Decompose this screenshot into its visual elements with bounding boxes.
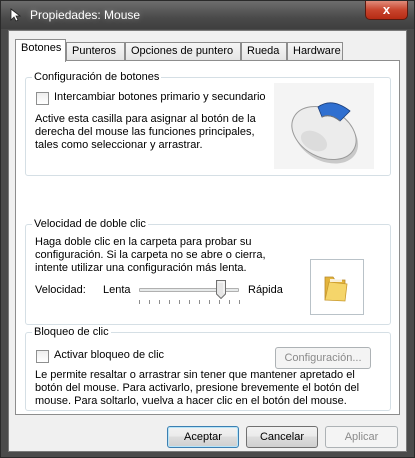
button-config-group: Configuración de botones Intercambiar bo… — [25, 71, 391, 176]
tab-opciones-de-puntero[interactable]: Opciones de puntero — [125, 42, 241, 61]
slider-tick — [199, 300, 200, 304]
swap-description-line: tales como seleccionar y arrastrar. — [35, 139, 203, 151]
tab-panel-botones: Configuración de botones Intercambiar bo… — [15, 60, 400, 415]
test-folder-area[interactable] — [310, 259, 364, 315]
click-lock-label[interactable]: Activar bloqueo de clic — [54, 349, 164, 361]
double-click-speed-slider-thumb[interactable] — [216, 280, 226, 299]
mouse-image — [274, 83, 374, 169]
tab-hardware[interactable]: Hardware — [287, 42, 343, 61]
swap-buttons-label[interactable]: Intercambiar botones primario y secundar… — [54, 91, 266, 103]
double-click-description: Haga doble clic en la carpeta para proba… — [35, 236, 266, 275]
click-lock-legend: Bloqueo de clic — [32, 326, 111, 338]
tab-botones[interactable]: Botones — [15, 39, 66, 62]
fast-label: Rápida — [248, 284, 283, 296]
slider-tick — [229, 300, 230, 304]
close-button[interactable]: x — [365, 1, 408, 20]
slider-tick — [179, 300, 180, 304]
slider-tick — [159, 300, 160, 304]
folder-icon[interactable] — [322, 273, 350, 303]
swap-description-line: Active esta casilla para asignar al botó… — [35, 113, 256, 125]
speed-label: Velocidad: — [35, 284, 86, 296]
slider-tick — [149, 300, 150, 304]
accept-button[interactable]: Aceptar — [167, 426, 239, 448]
slider-tick — [239, 300, 240, 304]
dialog-client: Botones Punteros Opciones de puntero Rue… — [8, 30, 407, 452]
tab-punteros[interactable]: Punteros — [66, 42, 125, 61]
slider-tick — [189, 300, 190, 304]
slider-tick — [139, 300, 140, 304]
swap-description: Active esta casilla para asignar al botó… — [35, 113, 256, 152]
click-lock-checkbox[interactable] — [36, 350, 49, 363]
slow-label: Lenta — [103, 284, 131, 296]
double-click-description-line: configuración. Si la carpeta no se abre … — [35, 249, 266, 261]
swap-description-line: derecha del mouse las funciones principa… — [35, 126, 255, 138]
click-lock-description-line: Le permite resaltar o arrastrar sin tene… — [35, 369, 355, 381]
swap-buttons-checkbox[interactable] — [36, 92, 49, 105]
double-click-description-line: intente utilizar una configuración más l… — [35, 262, 247, 274]
click-lock-description-line: mouse. Para soltarlo, vuelva a hacer cli… — [35, 395, 347, 407]
double-click-group: Velocidad de doble clic Haga doble clic … — [25, 218, 391, 325]
double-click-description-line: Haga doble clic en la carpeta para proba… — [35, 236, 252, 248]
slider-tick — [169, 300, 170, 304]
mouse-pointer-icon — [10, 8, 22, 22]
slider-tick — [219, 300, 220, 304]
cancel-button[interactable]: Cancelar — [246, 426, 318, 448]
apply-button[interactable]: Aplicar — [325, 426, 398, 448]
slider-tick — [209, 300, 210, 304]
title-bar[interactable]: Propiedades: Mouse x — [1, 1, 414, 29]
click-lock-description: Le permite resaltar o arrastrar sin tene… — [35, 369, 359, 408]
button-config-legend: Configuración de botones — [32, 71, 162, 83]
tab-rueda[interactable]: Rueda — [241, 42, 287, 61]
click-lock-description-line: botón del mouse. Para activarlo, presion… — [35, 382, 360, 394]
double-click-legend: Velocidad de doble clic — [32, 218, 148, 230]
mouse-properties-window: Propiedades: Mouse x Botones Punteros Op… — [0, 0, 415, 458]
click-lock-config-button[interactable]: Configuración... — [275, 347, 371, 369]
click-lock-group: Bloqueo de clic Activar bloqueo de clic … — [25, 326, 391, 411]
window-title: Propiedades: Mouse — [30, 8, 141, 22]
